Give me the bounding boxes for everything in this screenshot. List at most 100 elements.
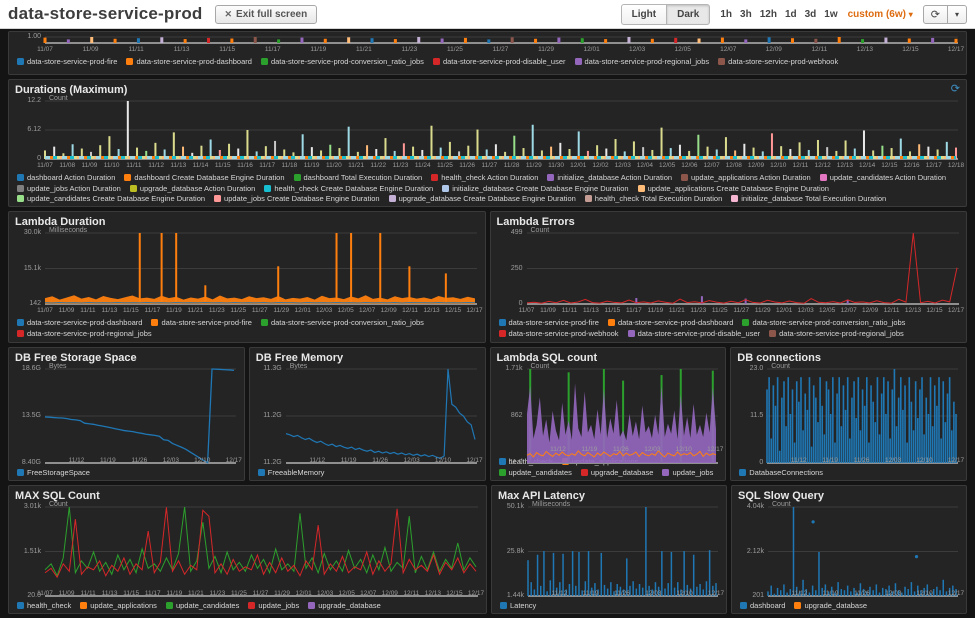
legend-item[interactable]: update_candidates — [166, 601, 239, 611]
legend-item[interactable]: upgrade_database — [581, 468, 654, 478]
x-tick-label: 12/07 — [840, 307, 856, 314]
legend-item[interactable]: FreeStorageSpace — [17, 468, 90, 478]
x-axis: 11/1211/1911/2612/0312/1012/17 — [737, 456, 960, 466]
legend-item[interactable]: upgrade_database — [308, 601, 381, 611]
exit-full-screen-button[interactable]: ✕ Exit full screen — [215, 5, 318, 24]
x-tick-label: 12/12 — [815, 162, 831, 169]
legend-item[interactable]: data-store-service-prod-regional_jobs — [769, 329, 904, 339]
refresh-button[interactable]: ⟳ — [923, 5, 948, 24]
x-tick-label: 11/12 — [791, 457, 807, 464]
x-tick-label: 11/21 — [188, 590, 204, 597]
legend-item[interactable]: update_applications Create Database Engi… — [638, 184, 829, 194]
legend-item[interactable]: data-store-service-prod-fire — [151, 318, 251, 328]
theme-light-button[interactable]: Light — [621, 4, 666, 25]
legend-item[interactable]: upgrade_database — [794, 601, 867, 611]
panel-title: Lambda Errors — [497, 216, 575, 228]
legend-label: data-store-service-prod-disable_user — [443, 57, 566, 67]
legend-item[interactable]: health_check — [17, 601, 71, 611]
time-range-3h[interactable]: 3h — [740, 9, 752, 20]
legend-label: update_jobs Create Database Engine Durat… — [224, 194, 380, 204]
legend-item[interactable]: DatabaseConnections — [739, 468, 823, 478]
x-tick-label: 11/17 — [265, 46, 281, 53]
x-tick-label: 11/25 — [437, 162, 453, 169]
time-range-1w[interactable]: 1w — [824, 9, 837, 20]
theme-dark-button[interactable]: Dark — [666, 4, 710, 25]
lambda-errors-chart[interactable]: 4992500Count — [497, 229, 961, 306]
legend-item[interactable]: data-store-service-prod-fire — [499, 318, 599, 328]
x-tick-label: 11/19 — [823, 590, 839, 597]
legend-label: health_check Total Execution Duration — [595, 194, 722, 204]
time-range-1d[interactable]: 1d — [785, 9, 797, 20]
panel-max-api-latency: Max API Latency 50.1k25.8k1.44kMilliseco… — [491, 485, 727, 614]
legend-item[interactable]: data-store-service-prod-conversion_ratio… — [742, 318, 905, 328]
legend-item[interactable]: dashboard Action Duration — [17, 173, 115, 183]
db-free-memory-chart[interactable]: 11.3G11.2G11.2GBytes — [256, 365, 479, 456]
legend-item[interactable]: upgrade_database Action Duration — [130, 184, 256, 194]
legend-item[interactable]: data-store-service-prod-dashboard — [126, 57, 251, 67]
legend-item[interactable]: data-store-service-prod-conversion_ratio… — [261, 318, 424, 328]
legend-item[interactable]: data-store-service-prod-disable_user — [433, 57, 566, 67]
chevron-down-icon: ▾ — [909, 10, 913, 19]
x-tick-label: 12/03 — [629, 46, 645, 53]
durations-chart[interactable]: 12.26.120Count — [15, 97, 960, 161]
panel-lambda-errors: Lambda Errors 4992500Count 11/0711/0911/… — [490, 211, 968, 343]
legend-item[interactable]: dashboard Create Database Engine Duratio… — [124, 173, 284, 183]
x-tick-label: 12/09 — [748, 162, 764, 169]
refresh-dropdown-button[interactable]: ▾ — [948, 5, 967, 24]
legend-item[interactable]: data-store-service-prod-dashboard — [17, 318, 142, 328]
legend-item[interactable]: initialize_database Action Duration — [547, 173, 672, 183]
x-tick-label: 12/06 — [681, 162, 697, 169]
sql-slow-query-chart[interactable]: 4.04k2.12k201Count — [738, 503, 960, 589]
legend-item[interactable]: data-store-service-prod-regional_jobs — [17, 329, 152, 339]
panel-refresh-icon[interactable]: ⟳ — [951, 84, 960, 95]
legend-item[interactable]: data-store-service-prod-webhook — [499, 329, 619, 339]
max-sql-count-chart[interactable]: 3.01k1.51k20.0Count — [15, 503, 480, 589]
legend-color-swatch — [17, 185, 24, 192]
legend-label: upgrade_database Action Duration — [140, 184, 256, 194]
legend-item[interactable]: update_candidates — [499, 468, 572, 478]
legend-item[interactable]: update_applications Action Duration — [681, 173, 811, 183]
legend-item[interactable]: health_check Create Database Engine Dura… — [264, 184, 433, 194]
legend-item[interactable]: initialize_database Total Execution Dura… — [731, 194, 886, 204]
legend-item[interactable]: data-store-service-prod-webhook — [718, 57, 838, 67]
legend-item[interactable]: upgrade_database Create Database Engine … — [389, 194, 576, 204]
time-range-3d[interactable]: 3d — [805, 9, 817, 20]
legend-item[interactable]: Latency — [500, 601, 536, 611]
legend-item[interactable]: update_jobs Create Database Engine Durat… — [214, 194, 380, 204]
legend-item[interactable]: data-store-service-prod-conversion_ratio… — [261, 57, 424, 67]
legend-item[interactable]: update_jobs — [662, 468, 713, 478]
x-tick-label: 12/10 — [770, 162, 786, 169]
functions-overview-chart[interactable]: 1.00 — [15, 33, 960, 45]
max-api-latency-chart[interactable]: 50.1k25.8k1.44kMilliseconds — [498, 503, 720, 589]
time-range-12h[interactable]: 12h — [760, 9, 777, 20]
legend-item[interactable]: data-store-service-prod-regional_jobs — [575, 57, 710, 67]
legend-item[interactable]: update_candidates Create Database Engine… — [17, 194, 205, 204]
custom-time-range[interactable]: custom (6w) ▾ — [848, 9, 913, 20]
legend-item[interactable]: update_jobs — [248, 601, 299, 611]
panel-title: MAX SQL Count — [15, 490, 100, 502]
x-tick-label: 11/13 — [102, 307, 118, 314]
lambda-duration-chart[interactable]: 30.0k15.1k142Milliseconds — [15, 229, 479, 306]
lambda-sql-count-chart[interactable]: 1.71k86211.0Count — [497, 365, 720, 445]
legend-item[interactable]: FreeableMemory — [258, 468, 325, 478]
legend-item[interactable]: initialize_database Create Database Engi… — [442, 184, 628, 194]
db-connections-chart[interactable]: 23.011.50Count — [737, 365, 960, 456]
legend-item[interactable]: dashboard — [740, 601, 785, 611]
x-tick-label: 12/14 — [859, 162, 875, 169]
legend-item[interactable]: update_candidates Action Duration — [820, 173, 946, 183]
legend-item[interactable]: health_check Action Duration — [431, 173, 538, 183]
time-range-1h[interactable]: 1h — [720, 9, 732, 20]
legend-label: data-store-service-prod-disable_user — [638, 329, 761, 339]
legend-item[interactable]: dashboard Total Execution Duration — [294, 173, 423, 183]
db-free-storage-chart[interactable]: 18.6G13.5G8.40GBytes — [15, 365, 238, 456]
legend-color-swatch — [638, 185, 645, 192]
legend-item[interactable]: data-store-service-prod-fire — [17, 57, 117, 67]
legend-item[interactable]: data-store-service-prod-dashboard — [608, 318, 733, 328]
x-tick-label: 12/10 — [916, 590, 932, 597]
legend-item[interactable]: update_jobs Action Duration — [17, 184, 121, 194]
legend-item[interactable]: data-store-service-prod-disable_user — [628, 329, 761, 339]
legend-item[interactable]: update_applications — [80, 601, 157, 611]
legend-item[interactable]: health_check Total Execution Duration — [585, 194, 722, 204]
x-tick-label: 12/03 — [645, 590, 661, 597]
x-axis: 11/1211/1911/2612/0312/1012/17 — [15, 456, 238, 466]
